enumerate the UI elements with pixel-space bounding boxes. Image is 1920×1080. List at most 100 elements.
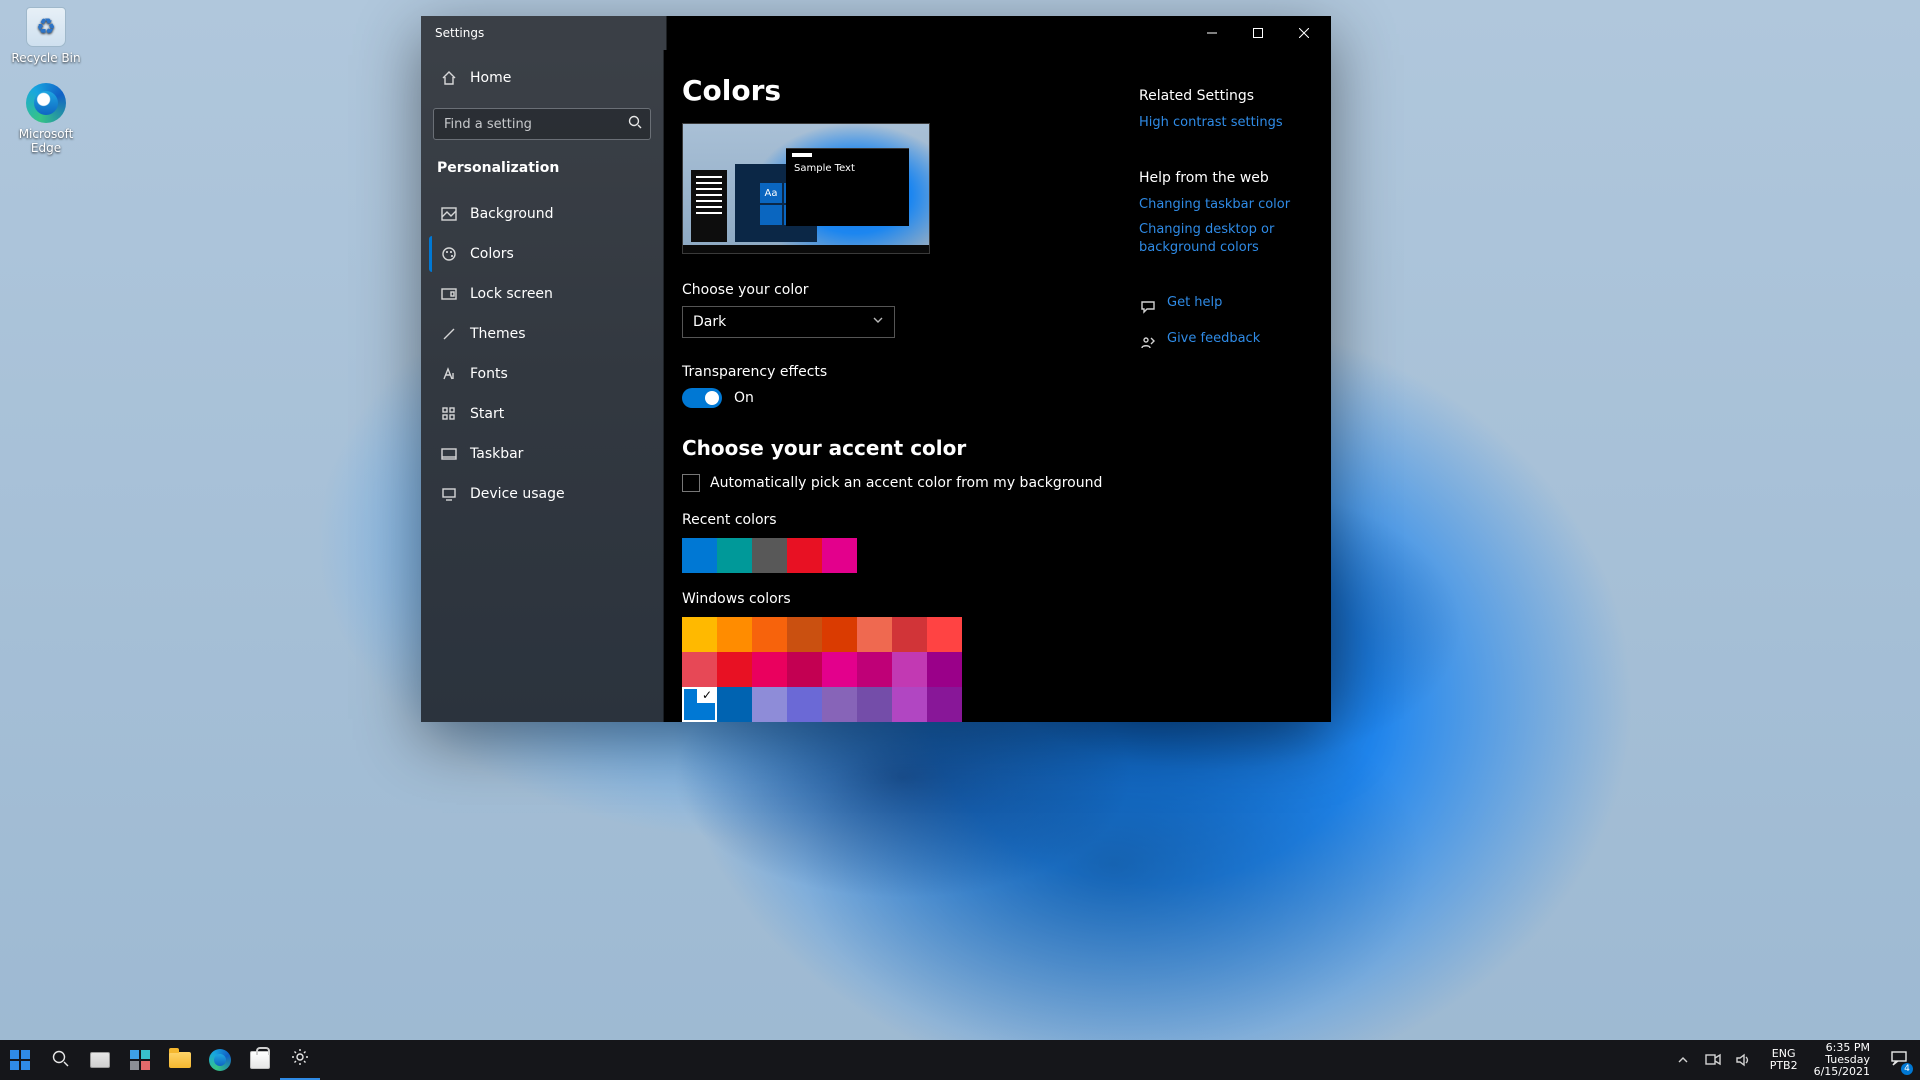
windows-color-swatch[interactable] [717,617,752,652]
preview-tile-aa: Aa [760,183,782,203]
tray-volume-icon[interactable] [1734,1051,1752,1069]
brush-icon [440,325,458,343]
windows-color-swatch[interactable] [682,617,717,652]
right-column: Related Settings High contrast settings … [1139,72,1321,722]
windows-color-swatch[interactable] [857,687,892,722]
tray-chevron-up-icon[interactable] [1674,1051,1692,1069]
windows-colors-label: Windows colors [682,591,1119,607]
sidebar-item-label: Lock screen [470,286,553,302]
link-get-help[interactable]: Get help [1167,294,1222,312]
windows-color-swatch[interactable] [857,652,892,687]
windows-colors-grid: ✓ [682,617,1119,722]
windows-color-swatch[interactable] [822,687,857,722]
nav-home[interactable]: Home [429,60,655,96]
search-box[interactable] [433,108,651,140]
windows-color-swatch[interactable] [927,687,962,722]
windows-color-swatch[interactable] [752,617,787,652]
maximize-button[interactable] [1235,16,1281,50]
theme-preview: Aa Sample Text [682,123,930,254]
chat-icon [1139,298,1157,316]
folder-icon [169,1052,191,1068]
windows-color-swatch[interactable] [787,652,822,687]
recent-color-swatch[interactable] [682,538,717,573]
start-grid-icon [440,405,458,423]
taskbar-edge-button[interactable] [200,1040,240,1080]
sidebar-item-lock-screen[interactable]: Lock screen [429,276,655,312]
tray-language[interactable]: ENG PTB2 [1766,1048,1802,1071]
windows-color-swatch[interactable] [927,652,962,687]
taskbar-file-explorer-button[interactable] [160,1040,200,1080]
picture-icon [440,205,458,223]
windows-color-swatch[interactable] [752,652,787,687]
windows-color-swatch[interactable] [892,617,927,652]
windows-color-swatch[interactable] [717,652,752,687]
windows-color-swatch[interactable] [822,617,857,652]
sidebar-item-label: Device usage [470,486,565,502]
sidebar-item-label: Themes [470,326,526,342]
sidebar-item-label: Background [470,206,554,222]
edge-icon [26,83,66,123]
device-icon [440,485,458,503]
widgets-icon [130,1050,150,1070]
windows-color-swatch[interactable] [717,687,752,722]
choose-color-dropdown[interactable]: Dark [682,306,895,338]
link-give-feedback[interactable]: Give feedback [1167,330,1260,348]
page-title: Colors [682,74,1119,107]
windows-color-swatch[interactable] [927,617,962,652]
sidebar-item-colors[interactable]: Colors [429,236,655,272]
recent-color-swatch[interactable] [822,538,857,573]
main-column: Colors Aa Sample Text [682,72,1119,722]
sidebar-item-fonts[interactable]: Fonts [429,356,655,392]
close-button[interactable] [1281,16,1327,50]
taskbar-task-view-button[interactable] [80,1040,120,1080]
link-high-contrast[interactable]: High contrast settings [1139,114,1321,132]
windows-color-swatch[interactable] [857,617,892,652]
related-settings-heading: Related Settings [1139,88,1321,104]
sidebar-item-taskbar[interactable]: Taskbar [429,436,655,472]
link-taskbar-color[interactable]: Changing taskbar color [1139,196,1321,214]
taskbar-icon [440,445,458,463]
recent-color-swatch[interactable] [787,538,822,573]
taskbar-widgets-button[interactable] [120,1040,160,1080]
sidebar-item-themes[interactable]: Themes [429,316,655,352]
windows-color-swatch[interactable] [822,652,857,687]
windows-color-swatch[interactable] [892,687,927,722]
titlebar[interactable]: Settings [421,16,1331,50]
taskbar-search-button[interactable] [40,1040,80,1080]
recent-colors-label: Recent colors [682,512,1119,528]
taskbar-settings-button[interactable] [280,1040,320,1080]
auto-pick-row[interactable]: Automatically pick an accent color from … [682,474,1119,492]
sidebar-item-start[interactable]: Start [429,396,655,432]
minimize-button[interactable] [1189,16,1235,50]
windows-color-swatch[interactable]: ✓ [682,687,717,722]
sidebar-item-label: Start [470,406,504,422]
recent-color-swatch[interactable] [752,538,787,573]
preview-sample-text: Sample Text [786,163,909,174]
desktop-icon-edge[interactable]: Microsoft Edge [6,82,86,155]
desktop-icon-recycle-bin[interactable]: Recycle Bin [6,6,86,65]
window-controls [1189,16,1327,50]
tray-meet-now-icon[interactable] [1704,1051,1722,1069]
windows-color-swatch[interactable] [892,652,927,687]
search-icon [51,1049,69,1071]
transparency-label: Transparency effects [682,364,1119,380]
windows-color-swatch[interactable] [787,617,822,652]
auto-pick-checkbox[interactable] [682,474,700,492]
sidebar-item-background[interactable]: Background [429,196,655,232]
transparency-toggle[interactable] [682,388,722,408]
windows-color-swatch[interactable] [787,687,822,722]
taskbar-store-button[interactable] [240,1040,280,1080]
windows-color-swatch[interactable] [752,687,787,722]
store-icon [250,1051,270,1069]
tray-action-center[interactable]: 4 [1882,1040,1916,1080]
sidebar: Home Personalization Background Colors [421,50,664,722]
recent-color-swatch[interactable] [717,538,752,573]
search-input[interactable] [444,117,620,132]
feedback-icon [1139,334,1157,352]
sidebar-item-device-usage[interactable]: Device usage [429,476,655,512]
taskbar-start-button[interactable] [0,1040,40,1080]
windows-color-swatch[interactable] [682,652,717,687]
start-icon [10,1050,30,1070]
tray-clock[interactable]: 6:35 PM Tuesday 6/15/2021 [1808,1042,1876,1078]
link-desktop-colors[interactable]: Changing desktop or background colors [1139,221,1321,256]
